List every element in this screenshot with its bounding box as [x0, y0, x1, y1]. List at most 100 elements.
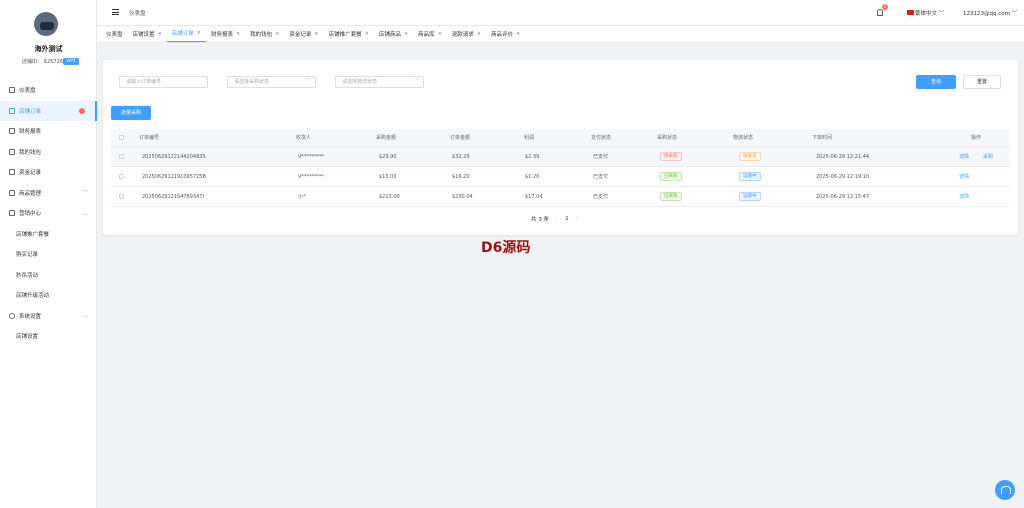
close-icon[interactable]: ×: [197, 30, 201, 36]
reset-button[interactable]: 重置: [963, 75, 1001, 89]
cell-purchase-status: 已采购: [660, 167, 682, 186]
page-number[interactable]: 1: [565, 216, 569, 222]
flag-icon: [907, 10, 914, 15]
table-row: 2025062912191095725B V********* $15.00 $…: [111, 167, 1010, 187]
sidebar-item-label: 店铺推广套餐: [16, 231, 50, 238]
close-icon[interactable]: ×: [365, 31, 369, 37]
cell-order-time: 2025-06-29 12:21:44: [816, 153, 870, 160]
menu-toggle-icon[interactable]: [112, 9, 119, 15]
cell-order-time: 2025-06-29 12:19:10: [816, 173, 870, 180]
col-order-time: 下单时间: [812, 135, 833, 141]
checkbox-icon: [119, 135, 124, 140]
checkbox-icon: [119, 174, 124, 179]
purchase-link[interactable]: 采购: [983, 147, 993, 166]
sidebar-item-marketing[interactable]: 营销中心 ︿: [0, 203, 97, 224]
tab-promotion-package[interactable]: 店铺推广套餐 ×: [324, 25, 374, 42]
close-icon[interactable]: ×: [236, 31, 240, 37]
status-badge: 运输中: [739, 192, 761, 201]
cell-receiver: V*********: [298, 153, 324, 160]
vip-badge: VIP1: [63, 58, 79, 65]
language-select[interactable]: 繁体中文 ﹀: [915, 9, 944, 17]
sidebar-item-product-management[interactable]: 商品管理 ﹀: [0, 183, 97, 204]
cell-order-amount: $16.20: [452, 173, 470, 180]
sidebar-item-label: 财务报表: [19, 129, 42, 136]
tab-dashboard[interactable]: 仪表盘: [101, 25, 128, 42]
sidebar: 海外测试 店铺ID： 625726 VIP1 仪表盘 店铺订单 财务报表 我的钱…: [0, 0, 97, 508]
tab-refund-requests[interactable]: 退款请求 ×: [447, 25, 486, 42]
status-badge: 待发货: [739, 152, 761, 161]
cell-profit: $2.39: [525, 153, 540, 160]
sidebar-item-label: 秒杀活动: [16, 272, 39, 279]
bulk-purchase-button[interactable]: 批量采购: [111, 106, 151, 120]
table-row: 2025062912154789347I 小* $213.00 $230.04 …: [111, 187, 1010, 207]
col-logistics-status: 物流状态: [733, 135, 754, 141]
tab-label: 店铺商品: [378, 31, 401, 38]
tab-shop-products[interactable]: 店铺商品 ×: [374, 25, 413, 42]
tab-shop-settings[interactable]: 店铺设置 ×: [128, 25, 167, 42]
monitor-icon: [9, 87, 15, 94]
close-icon[interactable]: ×: [516, 31, 520, 37]
chevron-down-icon: ﹀: [1011, 11, 1018, 17]
status-badge: 已采购: [660, 172, 682, 181]
shop-id: 店铺ID： 625726: [22, 59, 64, 65]
sidebar-item-upgrade-activity[interactable]: 店铺升级活动: [0, 285, 97, 306]
sidebar-item-fund-records[interactable]: 资金记录: [0, 162, 97, 183]
bell-icon[interactable]: [877, 9, 883, 16]
purchase-status-select[interactable]: 请选择采购状态 ﹀: [227, 76, 316, 88]
row-checkbox[interactable]: [119, 147, 124, 166]
close-icon[interactable]: ×: [158, 31, 162, 37]
tab-label: 商品库: [418, 31, 435, 38]
sidebar-item-purchase-records[interactable]: 购买记录: [0, 244, 97, 265]
sidebar-item-wallet[interactable]: 我的钱包: [0, 142, 97, 163]
user-menu[interactable]: 123123@qq.com ﹀: [963, 9, 1017, 17]
cell-receiver: 小*: [298, 194, 306, 200]
sidebar-item-finance[interactable]: 财务报表: [0, 121, 97, 142]
tab-finance[interactable]: 财务报表 ×: [206, 25, 245, 42]
prev-page-icon[interactable]: ‹: [556, 216, 558, 222]
sidebar-item-label: 仪表盘: [19, 88, 36, 95]
row-checkbox[interactable]: [119, 167, 124, 186]
close-icon[interactable]: ×: [404, 31, 408, 37]
chevron-down-icon: ﹀: [306, 79, 312, 84]
bag-icon: [9, 189, 15, 196]
shop-logo: [34, 12, 58, 36]
tab-label: 店铺设置: [132, 31, 155, 38]
tab-label: 店铺订单: [171, 31, 194, 37]
logistics-status-select[interactable]: 请选择物流状态 ﹀: [335, 76, 424, 88]
sidebar-item-dashboard[interactable]: 仪表盘: [0, 80, 97, 101]
col-receiver: 收货人: [296, 135, 312, 141]
sidebar-item-label: 购买记录: [16, 252, 39, 259]
status-badge: 运输中: [739, 172, 761, 181]
checkbox-icon: [119, 194, 124, 199]
tab-product-reviews[interactable]: 商品评价 ×: [486, 25, 525, 42]
detail-link[interactable]: 详情: [959, 167, 969, 186]
sidebar-item-promotion-package[interactable]: 店铺推广套餐: [0, 224, 97, 245]
cell-logistics-status: 待发货: [739, 147, 761, 166]
close-icon[interactable]: ×: [438, 31, 442, 37]
tab-fund-records[interactable]: 资金记录 ×: [284, 25, 323, 42]
tab-shop-orders[interactable]: 店铺订单 ×: [166, 25, 206, 42]
row-checkbox[interactable]: [119, 187, 124, 206]
search-button[interactable]: 查询: [916, 75, 956, 89]
cell-order-no: 2025062912154789347I: [142, 193, 204, 200]
cell-pay-status: 已支付: [593, 194, 609, 200]
detail-link[interactable]: 详情: [959, 147, 969, 166]
headset-icon[interactable]: [995, 480, 1015, 500]
close-icon[interactable]: ×: [477, 31, 481, 37]
sidebar-item-system-settings[interactable]: 系统设置 ︿: [0, 306, 97, 327]
tab-bar: 仪表盘 店铺设置 × 店铺订单 × 财务报表 × 我的钱包 × 资金记录 × 店铺推广套餐…: [97, 26, 1024, 43]
tab-wallet[interactable]: 我的钱包 ×: [245, 25, 284, 42]
close-icon[interactable]: ×: [275, 31, 279, 37]
next-page-icon[interactable]: ›: [576, 216, 578, 222]
order-number-input[interactable]: 请输入订单编号: [119, 76, 208, 88]
tab-product-library[interactable]: 商品库 ×: [413, 25, 447, 42]
sidebar-item-flash-sale[interactable]: 秒杀活动: [0, 265, 97, 286]
select-all-checkbox[interactable]: [119, 129, 124, 146]
close-icon[interactable]: ×: [314, 31, 318, 37]
sidebar-item-shop-orders[interactable]: 店铺订单: [0, 100, 97, 121]
detail-link[interactable]: 详情: [959, 187, 969, 206]
cell-order-time: 2025-06-29 12:15:47: [816, 193, 870, 200]
checkbox-icon: [119, 154, 124, 159]
sidebar-item-label: 商品管理: [19, 190, 42, 197]
sidebar-item-shop-settings[interactable]: 店铺设置: [0, 326, 97, 347]
